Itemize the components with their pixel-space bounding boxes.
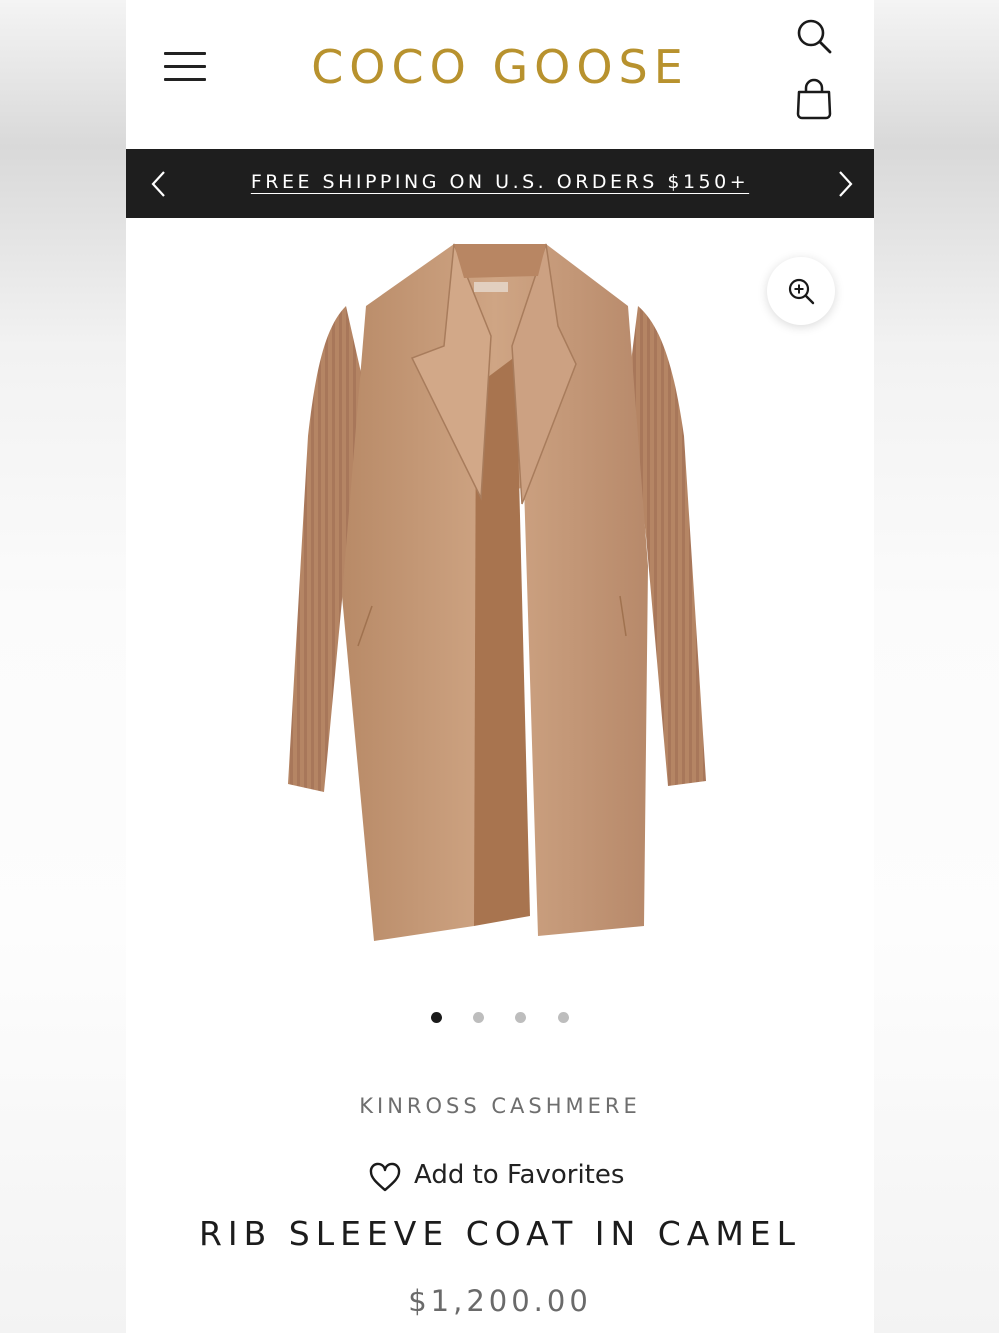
chevron-right-icon [839, 171, 853, 197]
favorites-label: Add to Favorites [414, 1160, 625, 1190]
gallery-dot-2[interactable] [473, 1012, 484, 1023]
site-header: COCO GOOSE [126, 0, 874, 148]
announcement-next-button[interactable] [830, 167, 860, 201]
product-title: RIB SLEEVE COAT IN CAMEL [198, 1214, 802, 1253]
announcement-link[interactable]: FREE SHIPPING ON U.S. ORDERS $150+ [126, 171, 874, 193]
cart-button[interactable] [794, 76, 834, 120]
gallery-pagination [126, 1010, 874, 1026]
heart-icon [369, 1162, 401, 1192]
gallery-dot-1[interactable] [431, 1012, 442, 1023]
shopping-bag-icon [796, 78, 832, 120]
add-to-favorites-button[interactable]: Add to Favorites [366, 1158, 646, 1198]
announcement-bar: FREE SHIPPING ON U.S. ORDERS $150+ [126, 149, 874, 218]
search-button[interactable] [794, 16, 834, 56]
zoom-in-icon [788, 278, 815, 305]
gallery-dot-4[interactable] [558, 1012, 569, 1023]
product-image[interactable] [276, 236, 716, 948]
search-icon [797, 19, 832, 54]
zoom-button[interactable] [767, 257, 835, 325]
brand-logo[interactable]: COCO GOOSE [126, 40, 874, 94]
gallery-dot-3[interactable] [515, 1012, 526, 1023]
product-price: $1,200.00 [408, 1284, 592, 1318]
product-page: COCO GOOSE FREE SHIPPING ON U.S. ORDERS … [126, 0, 874, 1333]
product-vendor[interactable]: KINROSS CASHMERE [126, 1094, 874, 1118]
